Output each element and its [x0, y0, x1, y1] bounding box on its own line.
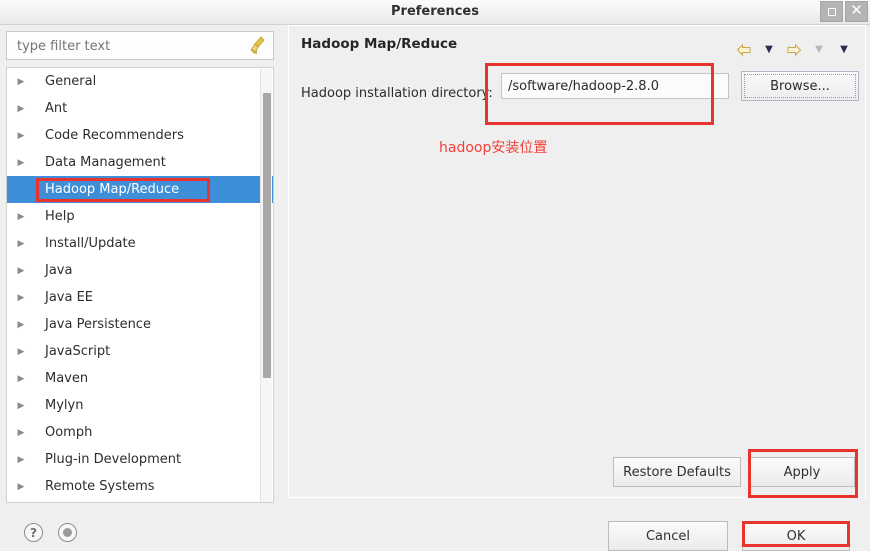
sidebar-item-mylyn[interactable]: ▶ Mylyn [7, 392, 273, 419]
forward-button[interactable] [783, 40, 805, 60]
sidebar-item-label: Data Management [45, 155, 166, 170]
navigation-toolbar: ▼ ▼ ▼ [733, 40, 855, 60]
restore-button[interactable] [820, 1, 843, 22]
sidebar-item-label: Install/Update [45, 236, 136, 251]
sidebar-item-ant[interactable]: ▶ Ant [7, 95, 273, 122]
sidebar-item-code-recommenders[interactable]: ▶ Code Recommenders [7, 122, 273, 149]
restore-icon [827, 7, 836, 16]
forward-arrow-icon [787, 43, 802, 57]
page-title: Hadoop Map/Reduce [301, 36, 458, 52]
sidebar-item-label: Maven [45, 371, 89, 386]
expand-arrow-icon[interactable]: ▶ [13, 428, 29, 438]
apply-button-row: Restore Defaults Apply [289, 457, 867, 487]
sidebar-item-java-persistence[interactable]: ▶ Java Persistence [7, 311, 273, 338]
preferences-tree[interactable]: ▶ General ▶ Ant ▶ Code Recommenders ▶ Data Mana… [6, 67, 274, 503]
hadoop-directory-input[interactable] [501, 73, 729, 99]
sidebar-item-label: Ant [45, 101, 68, 116]
sidebar-item-label: General [45, 74, 97, 89]
search-input[interactable] [15, 32, 239, 61]
chevron-down-icon: ▼ [840, 44, 848, 55]
restore-defaults-button[interactable]: Restore Defaults [613, 457, 741, 487]
sidebar-item-help[interactable]: ▶ Help [7, 203, 273, 230]
sidebar-item-label: Code Recommenders [45, 128, 184, 143]
window-controls: ✕ [820, 1, 868, 22]
sidebar-item-label: Plug-in Development [45, 452, 182, 467]
filled-circle-icon[interactable] [58, 523, 77, 542]
back-history-button[interactable]: ▼ [758, 40, 780, 60]
sidebar-item-data-management[interactable]: ▶ Data Management [7, 149, 273, 176]
back-button[interactable] [733, 40, 755, 60]
question-mark-icon[interactable]: ? [24, 523, 43, 542]
expand-arrow-icon[interactable]: ▶ [13, 482, 29, 492]
window-title: Preferences [391, 4, 479, 19]
expand-arrow-icon[interactable]: ▶ [13, 158, 29, 168]
expand-arrow-icon[interactable]: ▶ [13, 347, 29, 357]
sidebar-item-install-update[interactable]: ▶ Install/Update [7, 230, 273, 257]
expand-arrow-icon[interactable]: ▶ [13, 320, 29, 330]
sidebar-item-label: Oomph [45, 425, 93, 440]
sidebar-item-label: JavaScript [45, 344, 111, 359]
expand-arrow-icon[interactable]: ▶ [13, 455, 29, 465]
back-arrow-icon [736, 43, 751, 57]
circle-inner [63, 528, 72, 537]
expand-arrow-icon[interactable]: ▶ [13, 104, 29, 114]
sidebar-item-java[interactable]: ▶ Java [7, 257, 273, 284]
sidebar-item-java-ee[interactable]: ▶ Java EE [7, 284, 273, 311]
sidebar-item-label: Help [45, 209, 75, 224]
sidebar-item-remote-systems[interactable]: ▶ Remote Systems [7, 473, 273, 500]
content-panel: Hadoop Map/Reduce ▼ ▼ ▼ Hadoop installat… [288, 25, 866, 498]
apply-button[interactable]: Apply [749, 457, 855, 487]
sidebar-item-plug-in-development[interactable]: ▶ Plug-in Development [7, 446, 273, 473]
expand-arrow-icon[interactable]: ▶ [13, 212, 29, 222]
chevron-down-icon: ▼ [815, 44, 823, 55]
sidebar-item-label: Java EE [45, 290, 94, 305]
sidebar-item-label: Java [45, 263, 73, 278]
sidebar-item-hadoop-map-reduce[interactable]: Hadoop Map/Reduce [7, 176, 273, 203]
view-menu-button[interactable]: ▼ [833, 40, 855, 60]
ok-button[interactable]: OK [742, 521, 850, 551]
tree-scrollbar-thumb[interactable] [263, 93, 271, 378]
sidebar-item-maven[interactable]: ▶ Maven [7, 365, 273, 392]
annotation-label: hadoop安装位置 [439, 140, 548, 156]
title-bar: Preferences ✕ [0, 0, 870, 25]
expand-arrow-icon[interactable]: ▶ [13, 131, 29, 141]
expand-arrow-icon[interactable]: ▶ [13, 401, 29, 411]
close-button[interactable]: ✕ [845, 1, 868, 22]
sidebar-item-javascript[interactable]: ▶ JavaScript [7, 338, 273, 365]
sidebar-item-general[interactable]: ▶ General [7, 68, 273, 95]
tree-scrollbar[interactable] [260, 69, 272, 502]
expand-arrow-icon[interactable]: ▶ [13, 239, 29, 249]
expand-arrow-icon[interactable]: ▶ [13, 266, 29, 276]
expand-arrow-icon[interactable]: ▶ [13, 77, 29, 87]
expand-arrow-icon[interactable]: ▶ [13, 293, 29, 303]
sidebar-item-label: Hadoop Map/Reduce [45, 182, 180, 197]
broom-icon[interactable] [249, 36, 267, 56]
expand-arrow-icon[interactable]: ▶ [13, 374, 29, 384]
preferences-dialog: Preferences ✕ ▶ General ▶ Ant ▶ Code Recommen… [0, 0, 870, 551]
sidebar-item-oomph[interactable]: ▶ Oomph [7, 419, 273, 446]
hadoop-directory-label: Hadoop installation directory: [301, 86, 493, 101]
chevron-down-icon: ▼ [765, 44, 773, 55]
browse-button[interactable]: Browse... [741, 71, 859, 101]
forward-history-button[interactable]: ▼ [808, 40, 830, 60]
dialog-footer: ? [0, 505, 870, 551]
cancel-button[interactable]: Cancel [608, 521, 728, 551]
sidebar-item-label: Mylyn [45, 398, 84, 413]
sidebar: ▶ General ▶ Ant ▶ Code Recommenders ▶ Data Mana… [0, 25, 280, 510]
sidebar-item-label: Java Persistence [45, 317, 151, 332]
filter-box[interactable] [6, 31, 274, 61]
close-icon: ✕ [850, 1, 863, 19]
sidebar-item-label: Remote Systems [45, 479, 155, 494]
